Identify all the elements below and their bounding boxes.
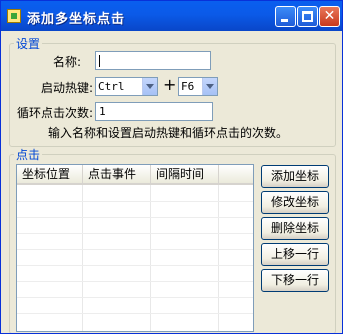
- grid-line: [150, 185, 151, 331]
- grid-line: [17, 201, 253, 202]
- close-button[interactable]: ✕: [319, 6, 340, 27]
- column-header-event[interactable]: 点击事件: [83, 165, 151, 183]
- grid-line: [17, 217, 253, 218]
- grid-line: [218, 185, 219, 331]
- settings-legend: 设置: [16, 37, 41, 51]
- click-legend: 点击: [16, 148, 41, 162]
- add-coordinate-button[interactable]: 添加坐标: [261, 165, 329, 188]
- modifier-value: Ctrl: [98, 80, 125, 93]
- name-label: 名称:: [53, 55, 82, 69]
- plus-sign: +: [163, 75, 177, 94]
- grid-line: [17, 281, 253, 282]
- grid-line: [17, 265, 253, 266]
- column-header-position[interactable]: 坐标位置: [17, 165, 83, 183]
- loop-count-label: 循环点击次数:: [17, 106, 94, 120]
- hotkey-label: 启动热键:: [41, 81, 94, 95]
- move-up-button[interactable]: 上移一行: [261, 243, 329, 266]
- chevron-down-icon[interactable]: [202, 78, 217, 95]
- coordinate-list[interactable]: 坐标位置 点击事件 间隔时间: [16, 164, 254, 332]
- grid-line: [17, 313, 253, 314]
- app-icon: [7, 9, 21, 23]
- window-title: 添加多坐标点击: [27, 12, 126, 27]
- move-down-button[interactable]: 下移一行: [261, 269, 329, 292]
- grid-line: [17, 249, 253, 250]
- text-caret: [99, 55, 100, 67]
- minimize-button[interactable]: [275, 6, 296, 27]
- title-bar[interactable]: 添加多坐标点击 ✕: [1, 1, 342, 31]
- loop-count-input[interactable]: 1: [95, 102, 213, 121]
- edit-coordinate-button[interactable]: 修改坐标: [261, 191, 329, 214]
- close-icon: ✕: [323, 8, 336, 24]
- key-value: F6: [181, 80, 195, 93]
- name-input[interactable]: [95, 51, 211, 70]
- app-window: 添加多坐标点击 ✕ 设置 名称: 启动热键: Ctrl + F6 循环点击次数:…: [0, 0, 343, 334]
- column-header-interval[interactable]: 间隔时间: [151, 165, 219, 183]
- maximize-button[interactable]: [297, 6, 318, 27]
- chevron-down-icon[interactable]: [142, 78, 157, 95]
- delete-coordinate-button[interactable]: 删除坐标: [261, 217, 329, 240]
- grid-line: [17, 297, 253, 298]
- modifier-select[interactable]: Ctrl: [95, 77, 158, 96]
- key-select[interactable]: F6: [178, 77, 218, 96]
- settings-hint: 输入名称和设置启动热键和循环点击的次数。: [48, 126, 289, 140]
- grid-line: [82, 185, 83, 331]
- list-header: 坐标位置 点击事件 间隔时间: [17, 165, 253, 185]
- grid-line: [17, 233, 253, 234]
